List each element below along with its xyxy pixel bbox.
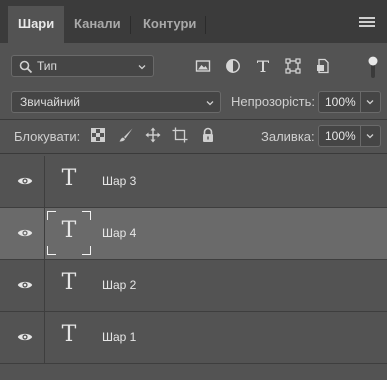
layer-name[interactable]: Шар 4 xyxy=(102,226,136,240)
tab-channels-label: Канали xyxy=(74,16,121,31)
layer-thumbnail: T xyxy=(47,159,91,203)
chevron-down-icon xyxy=(138,65,146,70)
filter-toggle[interactable] xyxy=(368,54,378,80)
adjustment-filter-icon[interactable] xyxy=(225,58,241,74)
tab-layers[interactable]: Шари xyxy=(8,6,65,43)
layer-name[interactable]: Шар 3 xyxy=(102,174,136,188)
lock-label: Блокувати: xyxy=(14,129,81,144)
lock-transparency-icon[interactable] xyxy=(90,127,106,143)
blend-mode-value: Звичайний xyxy=(20,95,80,109)
shape-filter-icon[interactable] xyxy=(285,58,301,74)
text-layer-icon: T xyxy=(61,322,77,347)
tab-paths-label: Контури xyxy=(143,16,197,31)
smart-object-filter-icon[interactable] xyxy=(315,58,331,74)
filter-kind-select[interactable]: Тип xyxy=(11,55,154,77)
tab-layers-label: Шари xyxy=(18,16,55,31)
layer-thumbnail: T xyxy=(47,315,91,359)
tab-bar: Шари Канали Контури xyxy=(0,0,387,43)
tab-paths[interactable]: Контури xyxy=(133,6,207,43)
fill-value: 100% xyxy=(325,129,356,143)
lock-position-move-icon[interactable] xyxy=(145,127,161,143)
text-layer-icon: T xyxy=(61,166,77,191)
layer-row[interactable]: T Шар 1 xyxy=(0,312,387,364)
chevron-down-icon xyxy=(366,100,374,105)
text-layer-icon: T xyxy=(61,270,77,295)
chevron-down-icon xyxy=(206,101,214,106)
fill-field[interactable]: 100% xyxy=(318,125,381,147)
visibility-eye-icon[interactable] xyxy=(17,331,33,343)
opacity-value: 100% xyxy=(325,95,356,109)
visibility-eye-icon[interactable] xyxy=(17,227,33,239)
layer-name[interactable]: Шар 1 xyxy=(102,330,136,344)
layer-thumbnail: T xyxy=(47,211,91,255)
filter-kind-label: Тип xyxy=(37,59,58,73)
fill-label: Заливка: xyxy=(261,129,315,144)
empty-list-area xyxy=(0,364,387,380)
layer-row[interactable]: T Шар 3 xyxy=(0,156,387,208)
layer-row-selected[interactable]: T Шар 4 xyxy=(0,208,387,260)
type-filter-icon[interactable] xyxy=(255,58,271,74)
lock-artboard-icon[interactable] xyxy=(172,127,188,143)
opacity-dropdown[interactable] xyxy=(360,92,380,112)
lock-pixels-brush-icon[interactable] xyxy=(118,127,134,143)
fill-dropdown[interactable] xyxy=(360,126,380,146)
chevron-down-icon xyxy=(366,134,374,139)
opacity-field[interactable]: 100% xyxy=(318,91,381,113)
tab-channels[interactable]: Канали xyxy=(64,6,131,43)
visibility-eye-icon[interactable] xyxy=(17,175,33,187)
layers-panel: Шари Канали Контури Тип Звичайний Непроз… xyxy=(0,0,387,380)
visibility-eye-icon[interactable] xyxy=(17,279,33,291)
panel-menu-icon[interactable] xyxy=(359,17,375,27)
opacity-label: Непрозорість: xyxy=(231,94,315,109)
layer-thumbnail: T xyxy=(47,263,91,307)
blend-mode-select[interactable]: Звичайний xyxy=(11,91,221,113)
lock-all-icon[interactable] xyxy=(200,127,216,143)
image-filter-icon[interactable] xyxy=(195,58,211,74)
text-layer-icon: T xyxy=(61,218,77,243)
layer-row[interactable]: T Шар 2 xyxy=(0,260,387,312)
search-icon xyxy=(19,60,33,74)
layer-name[interactable]: Шар 2 xyxy=(102,278,136,292)
